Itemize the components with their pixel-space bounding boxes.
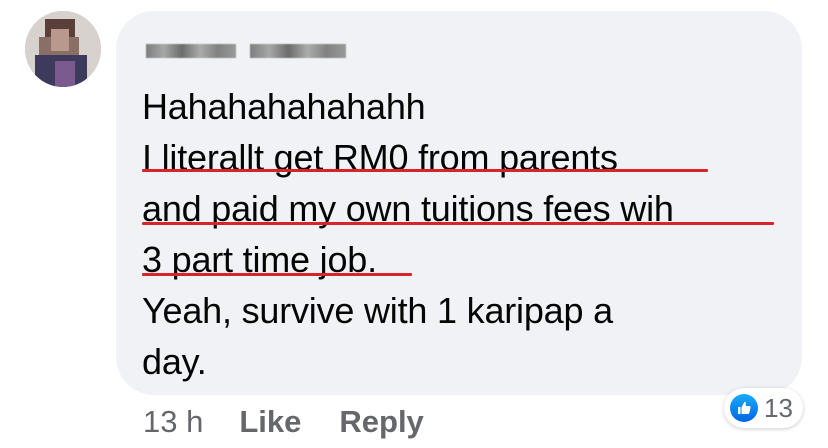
avatar[interactable] — [25, 11, 101, 87]
comment-bubble: Hahahahahahahh I literallt get RM0 from … — [116, 11, 802, 395]
avatar-pixel — [51, 29, 69, 51]
comment-line: I literallt get RM0 from parents — [142, 137, 618, 178]
comment-text: Hahahahahahahh I literallt get RM0 from … — [142, 81, 792, 387]
timestamp[interactable]: 13 h — [143, 404, 203, 440]
avatar-pixel — [55, 61, 75, 87]
comment-line: day. — [142, 341, 207, 382]
comment-line: and paid my own tuitions fees wih — [142, 188, 674, 229]
reaction-count: 13 — [764, 392, 793, 423]
comment-line: Yeah, survive with 1 karipap a — [142, 290, 613, 331]
red-underline — [142, 273, 412, 276]
comment-line: Hahahahahahahh — [142, 86, 426, 127]
red-underline — [142, 169, 708, 172]
red-underline — [142, 222, 774, 225]
comment-line: 3 part time job. — [142, 239, 377, 280]
reaction-count-badge[interactable]: 13 — [724, 388, 803, 428]
redacted-first-name — [146, 44, 236, 58]
like-button[interactable]: Like — [239, 404, 301, 440]
comment-meta: 13 h Like Reply — [143, 404, 424, 440]
redacted-last-name — [250, 44, 346, 58]
author-name-redacted[interactable] — [146, 41, 346, 61]
thumbs-up-icon — [730, 394, 758, 422]
reply-button[interactable]: Reply — [339, 404, 423, 440]
